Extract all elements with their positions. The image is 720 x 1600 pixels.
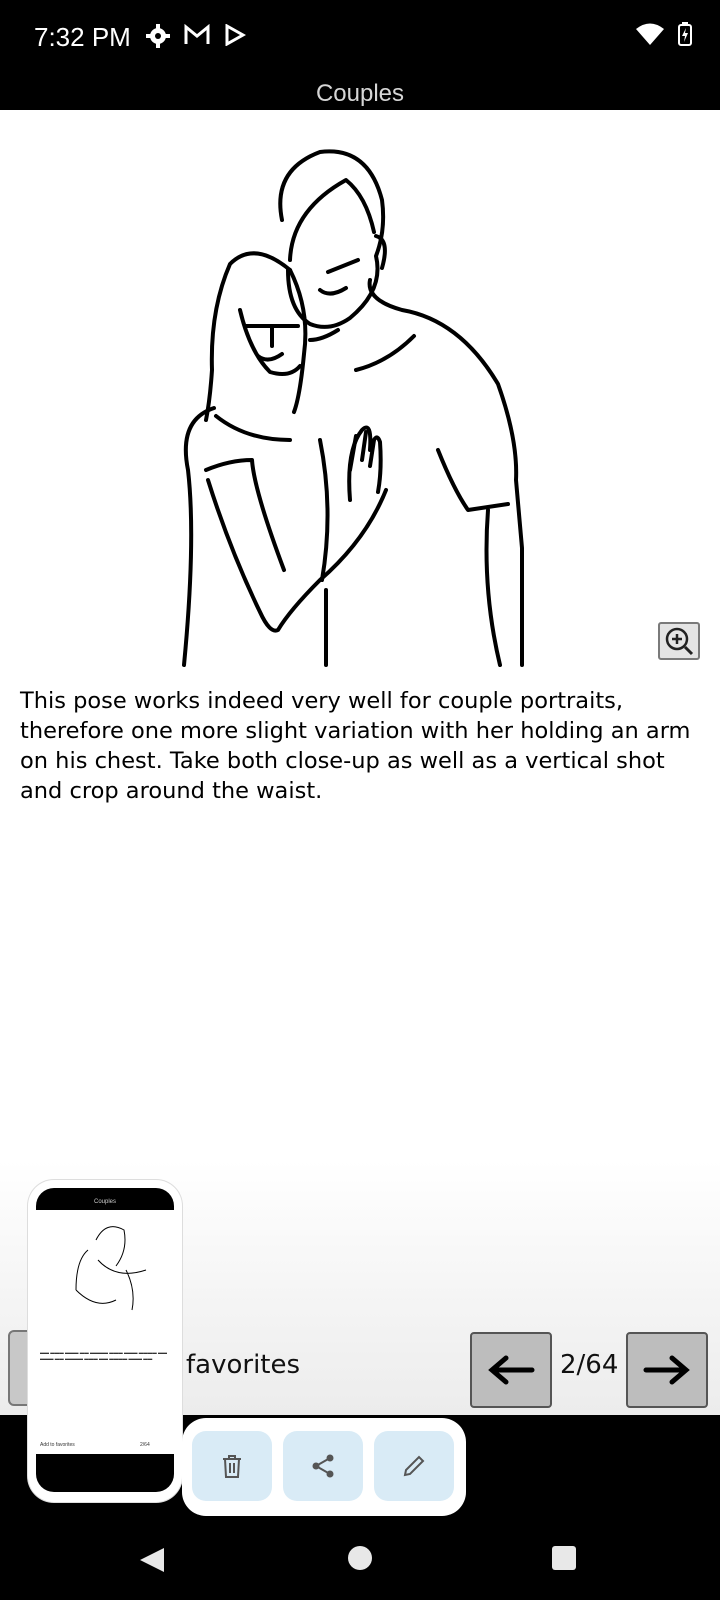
preview-page-counter: 2/64 bbox=[140, 1442, 150, 1448]
arrow-left-icon bbox=[488, 1355, 535, 1385]
share-button[interactable] bbox=[283, 1431, 363, 1501]
arrow-right-icon bbox=[643, 1355, 690, 1385]
preview-title: Couples bbox=[93, 1199, 116, 1205]
pose-description: This pose works indeed very well for cou… bbox=[20, 688, 691, 804]
home-icon[interactable] bbox=[348, 1546, 372, 1570]
settings-icon bbox=[146, 24, 170, 53]
delete-icon bbox=[223, 1455, 241, 1478]
gmail-icon bbox=[184, 23, 210, 53]
preview-favorites: Add to favorites bbox=[40, 1442, 75, 1448]
delete-button[interactable] bbox=[192, 1431, 272, 1501]
zoom-button[interactable] bbox=[658, 622, 700, 660]
couple-illustration bbox=[182, 149, 524, 667]
favorites-label: favorites bbox=[186, 1350, 301, 1380]
status-bar: 7:32 PM bbox=[0, 0, 720, 78]
page-counter: 2/64 bbox=[560, 1350, 619, 1380]
status-time: 7:32 PM bbox=[34, 22, 131, 52]
preview-text: ▬▬ ▬▬▬ ▬▬▬ ▬▬ ▬▬▬▬ ▬▬▬ ▬▬▬ ▬▬▬▬ ▬▬ ▬▬▬ ▬… bbox=[40, 1350, 168, 1361]
zoom-in-icon bbox=[665, 627, 694, 656]
preview-illustration bbox=[75, 1226, 147, 1311]
page-title: Couples bbox=[315, 80, 405, 107]
system-nav-bar bbox=[0, 1516, 720, 1600]
play-store-icon bbox=[224, 23, 247, 53]
screenshot-preview[interactable]: Couples ▬▬ ▬▬▬ ▬▬▬ ▬▬ ▬▬▬▬ ▬▬▬ ▬▬▬ ▬▬▬▬ … bbox=[28, 1180, 182, 1502]
next-pose-button[interactable] bbox=[626, 1332, 708, 1408]
wifi-icon bbox=[636, 23, 664, 50]
previous-pose-button[interactable] bbox=[470, 1332, 552, 1408]
edit-button[interactable] bbox=[374, 1431, 454, 1501]
battery-charging-icon bbox=[678, 22, 692, 51]
recents-icon[interactable] bbox=[552, 1546, 576, 1570]
screenshot-actions bbox=[182, 1418, 466, 1516]
share-icon bbox=[312, 1454, 334, 1478]
back-icon[interactable] bbox=[138, 1546, 166, 1574]
title-bar: Couples bbox=[0, 78, 720, 110]
edit-icon bbox=[403, 1455, 425, 1477]
